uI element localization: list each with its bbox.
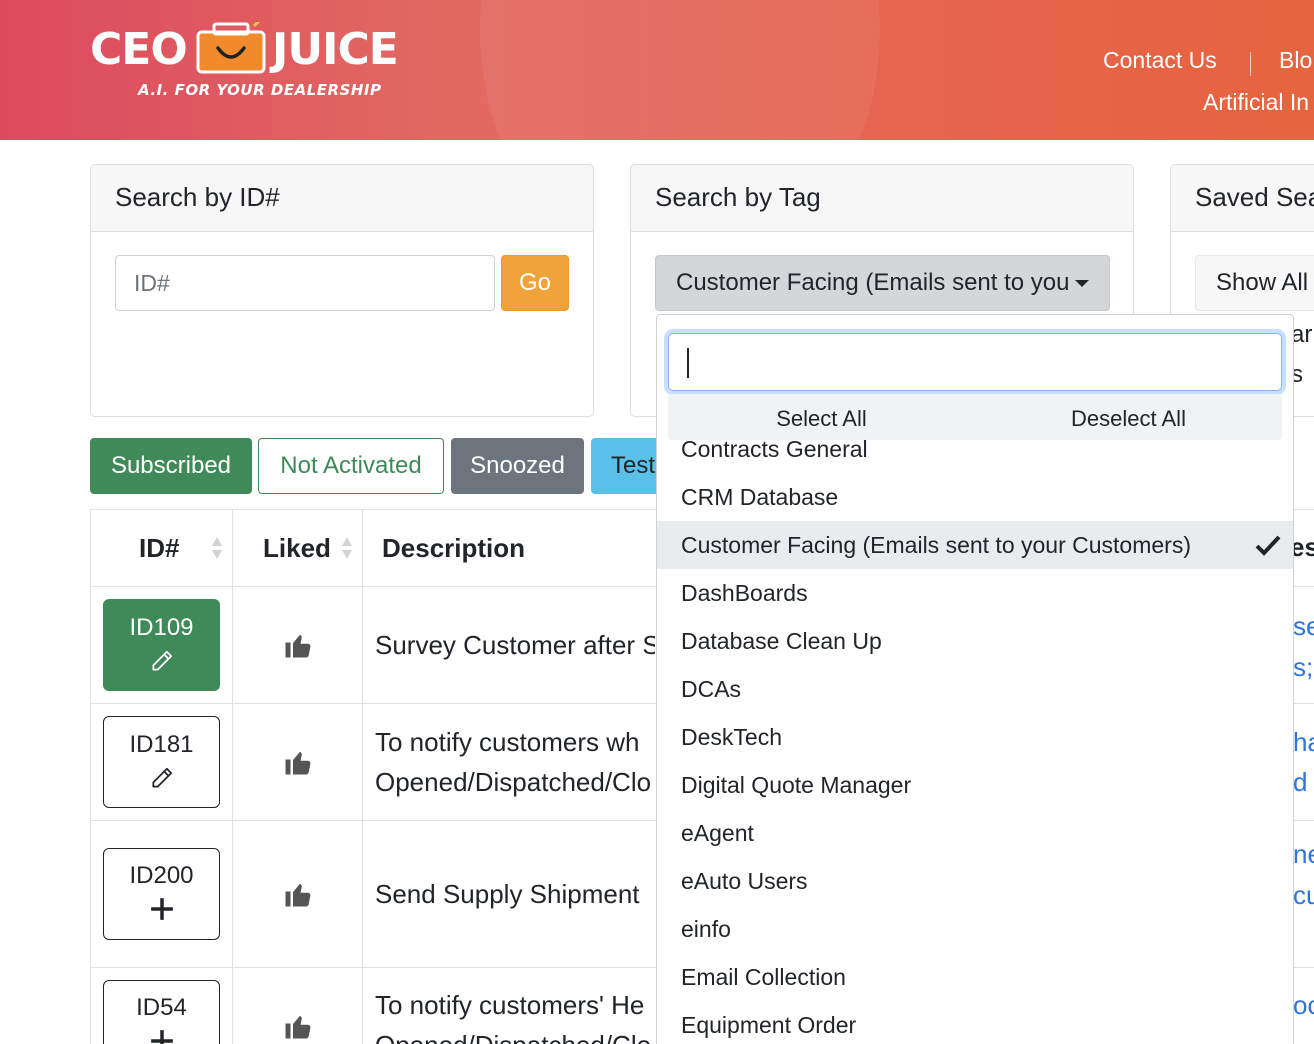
juice-box-logo-icon [196,22,266,74]
row-frequency-link[interactable]: ne [1293,834,1314,874]
table-border [90,509,91,1044]
alert-id-button[interactable]: ID54 [103,980,220,1044]
alert-id: ID109 [129,614,194,641]
tag-select-dropdown-button[interactable]: Customer Facing (Emails sent to you [655,255,1110,311]
sort-icon[interactable] [342,537,352,561]
saved-searches-title: Saved Sea [1171,165,1314,232]
nav-divider [1250,52,1251,76]
filter-snoozed-button[interactable]: Snoozed [451,438,584,494]
filter-subscribed-button[interactable]: Subscribed [90,438,252,494]
row-description: To notify customers' He [375,990,645,1020]
checkmark-icon [1255,535,1281,556]
logo-text-ceo: CEO [90,24,188,75]
header-decoration [480,0,880,140]
thumbs-up-icon[interactable] [283,879,313,909]
id-search-input[interactable] [115,255,495,311]
go-button[interactable]: Go [501,255,569,311]
alert-id-button[interactable]: ID200 [103,848,220,940]
search-by-id-card: Search by ID# Go [90,164,594,417]
caret-down-icon [1075,280,1089,287]
row-description: Opened/Dispatched/Clo [375,1025,655,1044]
column-header-liked[interactable]: Liked [263,533,331,564]
search-by-tag-title: Search by Tag [631,165,1133,232]
sort-icon[interactable] [212,537,222,561]
tag-option[interactable]: CRM Database [657,473,1293,521]
site-header: CEO JUICE A.I. FOR YOUR DEALERSHIP Conta… [0,0,1314,140]
pencil-icon [151,650,172,671]
alert-id-button[interactable]: ID109 [103,599,220,691]
row-description: Survey Customer after S [375,630,655,660]
row-frequency-link[interactable]: cu [1293,875,1314,915]
nav-blog[interactable]: Blo [1279,47,1312,74]
show-all-button[interactable]: Show All [1195,255,1314,311]
nav-artificial-intelligence[interactable]: Artificial In [1203,89,1309,116]
thumbs-up-icon[interactable] [283,747,313,777]
logo-text-juice: JUICE [272,24,399,75]
row-frequency-link[interactable]: s; i [1293,647,1314,687]
select-actions-bar: Select All Deselect All [668,394,1282,440]
column-header-description: Description [382,533,526,563]
tag-option[interactable]: Email Collection [657,953,1293,1001]
column-header-id[interactable]: ID# [139,533,179,564]
tag-option-selected[interactable]: Customer Facing (Emails sent to your Cus… [657,521,1293,569]
alert-id: ID200 [129,862,194,889]
tag-option[interactable]: eAuto Users [657,857,1293,905]
alert-id: ID54 [136,994,187,1021]
tag-option[interactable]: DCAs [657,665,1293,713]
plus-icon [150,898,173,920]
thumbs-up-icon[interactable] [283,1011,313,1041]
tag-option[interactable]: DashBoards [657,569,1293,617]
ceojuice-logo[interactable]: CEO JUICE A.I. FOR YOUR DEALERSHIP [90,14,410,104]
tag-options-list: Contracts General CRM Database Customer … [657,415,1293,1044]
row-frequency-link[interactable]: d [1293,762,1307,802]
filter-not-activated-button[interactable]: Not Activated [258,438,444,494]
tag-option[interactable]: Equipment Order [657,1001,1293,1044]
thumbs-up-icon[interactable] [283,630,313,660]
tag-option[interactable]: einfo [657,905,1293,953]
row-frequency-link[interactable]: ha [1293,722,1314,762]
deselect-all-button[interactable]: Deselect All [975,406,1282,432]
tag-dropdown-menu: Contracts General CRM Database Customer … [656,314,1294,1044]
tag-option[interactable]: Database Clean Up [657,617,1293,665]
row-frequency-link[interactable]: oc [1293,985,1314,1025]
tag-option[interactable]: DeskTech [657,713,1293,761]
search-by-id-title: Search by ID# [91,165,593,232]
text-cursor [687,348,689,378]
alert-id-button[interactable]: ID181 [103,716,220,808]
select-all-button[interactable]: Select All [668,406,975,432]
tag-option[interactable]: eAgent [657,809,1293,857]
logo-tagline: A.I. FOR YOUR DEALERSHIP [138,81,382,99]
row-description: Send Supply Shipment [375,879,640,909]
table-border [362,509,363,1044]
tag-search-input[interactable] [668,333,1282,391]
row-description: To notify customers wh [375,727,640,757]
pencil-icon [151,767,172,788]
row-description: Opened/Dispatched/Clo [375,767,652,797]
plus-icon [150,1030,173,1044]
tag-option[interactable]: Digital Quote Manager [657,761,1293,809]
table-border [232,509,233,1044]
tag-select-value: Customer Facing (Emails sent to you [676,269,1070,296]
row-frequency-link[interactable]: se [1293,606,1314,646]
alert-id: ID181 [129,731,194,758]
nav-contact-us[interactable]: Contact Us [1103,47,1217,74]
saved-search-text-fragment: ar [1291,321,1313,348]
